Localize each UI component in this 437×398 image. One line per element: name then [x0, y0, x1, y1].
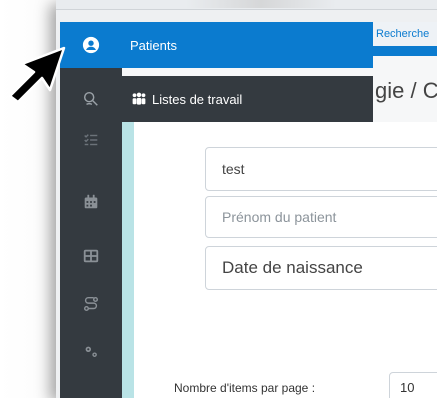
tab-search[interactable]: Recherche	[373, 22, 437, 48]
sidebar-item-calendar[interactable]	[60, 182, 122, 222]
table-icon	[83, 249, 99, 263]
first-name-field[interactable]: Prénom du patient	[205, 196, 437, 238]
items-per-page-value: 10	[400, 379, 415, 395]
last-name-field[interactable]: test	[205, 147, 437, 191]
calendar-icon	[84, 194, 98, 209]
page-title: gie / C	[375, 78, 437, 103]
mouse-cursor-icon	[8, 46, 66, 104]
sidebar-item-route[interactable]	[60, 284, 122, 324]
content-accent-strip	[122, 122, 134, 398]
patients-menu: Patients Listes de travail	[60, 22, 373, 122]
people-search-icon	[83, 91, 98, 106]
worklists-text: Listes de travail	[152, 91, 243, 107]
user-circle-icon	[82, 36, 100, 54]
menu-item-worklists[interactable]: Listes de travail	[60, 76, 373, 122]
menu-item-worklists-label: Listes de travail	[130, 92, 242, 107]
gears-icon	[85, 346, 97, 357]
tab-search-underline	[373, 48, 437, 56]
sidebar-item-settings[interactable]	[60, 332, 122, 372]
sidebar-item-tasks[interactable]	[60, 120, 122, 160]
items-per-page-label: Nombre d'items par page :	[174, 381, 316, 395]
first-name-placeholder: Prénom du patient	[222, 209, 337, 225]
route-icon	[83, 296, 99, 312]
items-per-page-select[interactable]: 10	[389, 372, 437, 398]
sidebar-item-table[interactable]	[60, 236, 122, 276]
tab-search-label: Recherche	[376, 28, 430, 40]
users-icon	[132, 92, 146, 105]
birthdate-placeholder: Date de naissance	[222, 258, 363, 277]
menu-item-patients-label: Patients	[130, 37, 177, 53]
checklist-icon	[84, 134, 98, 146]
top-bar	[56, 0, 437, 10]
last-name-value: test	[222, 161, 245, 177]
menu-item-patients[interactable]: Patients	[60, 22, 373, 68]
birthdate-field[interactable]: Date de naissance	[205, 246, 437, 290]
